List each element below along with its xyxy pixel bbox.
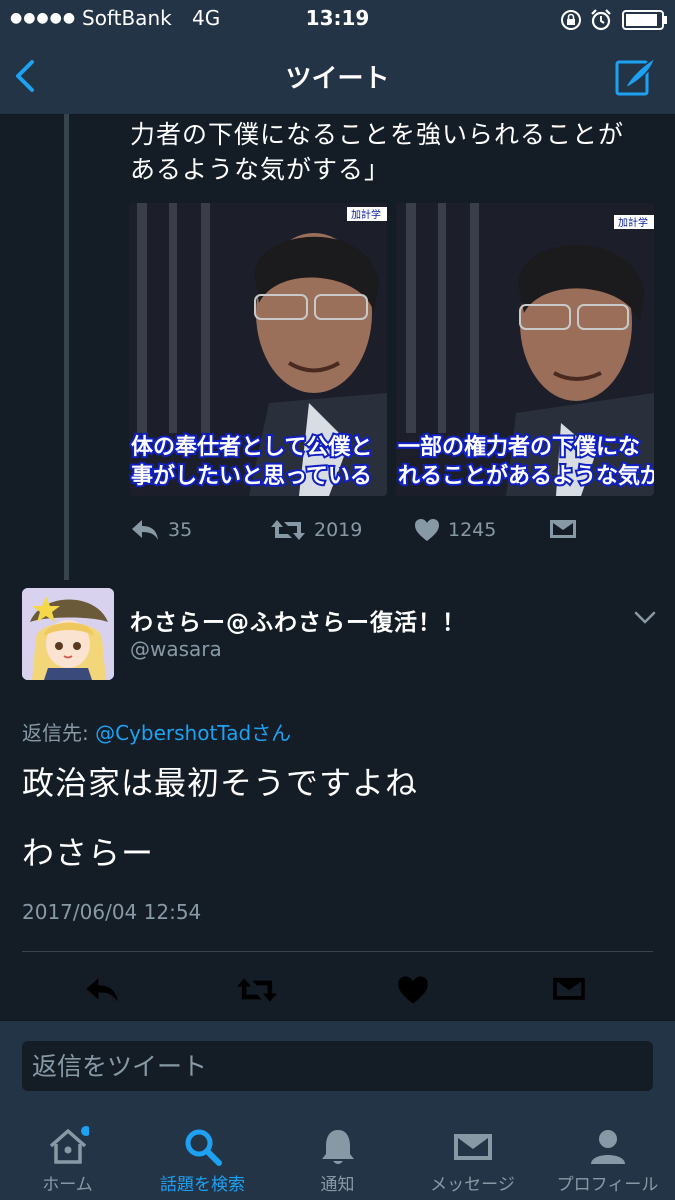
reply-context-prefix: 返信先:	[22, 721, 96, 745]
reply-to-user-link[interactable]: @CybershotTadさん	[95, 721, 291, 745]
media-corner-tag: 加計学	[351, 208, 381, 221]
tab-messages[interactable]: メッセージ	[405, 1110, 540, 1200]
reply-count: 35	[168, 519, 193, 541]
envelope-icon	[454, 1134, 492, 1160]
reply-tweet-input[interactable]	[22, 1041, 653, 1091]
chevron-down-icon[interactable]	[634, 610, 656, 626]
tab-label: ホーム	[42, 1175, 93, 1195]
author-display-name[interactable]: わさらー@ふわさらー復活！！	[130, 603, 466, 637]
media-caption-line: 一部の権力者の下僕にな	[398, 434, 640, 460]
avatar[interactable]	[22, 588, 114, 680]
divider	[22, 951, 653, 952]
retweet-icon	[271, 520, 305, 540]
media-caption-line: 体の奉仕者として公僕と	[131, 434, 372, 460]
tab-profile[interactable]: プロフィール	[540, 1110, 675, 1200]
heart-icon	[415, 519, 439, 541]
tweet-timestamp: 2017/06/04 12:54	[22, 900, 202, 924]
tab-label: メッセージ	[430, 1175, 515, 1195]
media-corner-tag: 加計学	[618, 216, 648, 229]
tab-notifications[interactable]: 通知	[270, 1110, 405, 1200]
parent-tweet-text-line: あるような気がする」	[130, 155, 391, 184]
author-handle[interactable]: @wasara	[130, 637, 222, 661]
person-icon	[591, 1130, 625, 1164]
tab-search[interactable]: 話題を検索	[135, 1110, 270, 1200]
compose-tweet-icon[interactable]	[614, 54, 658, 98]
tweet-media-image[interactable]: 加計学 体の奉仕者として公僕と 事がしたいと思っている	[129, 203, 387, 496]
navigation-bar: ツイート	[0, 40, 675, 115]
battery-icon	[622, 10, 667, 30]
tweet-text: 政治家は最初そうですよね	[22, 764, 419, 802]
tweet-text: わさらー	[22, 834, 155, 872]
tab-label: 話題を検索	[160, 1175, 245, 1195]
direct-message-icon	[550, 520, 576, 538]
tweet-media-image[interactable]: 加計学 一部の権力者の下僕にな れることがあるような気が	[396, 203, 654, 496]
retweet-icon[interactable]	[236, 972, 278, 1008]
reply-action[interactable]: 35	[130, 518, 192, 542]
like-action[interactable]: 1245	[414, 518, 496, 542]
reply-icon	[132, 520, 158, 540]
parent-tweet-text-line: 力者の下僕になることを強いられることが	[130, 120, 625, 149]
direct-message-icon[interactable]	[552, 972, 586, 1008]
heart-icon[interactable]	[397, 972, 429, 1008]
home-icon	[49, 1126, 89, 1164]
message-action[interactable]	[549, 518, 577, 542]
reply-context: 返信先: @CybershotTadさん	[22, 717, 291, 746]
media-caption-line: 事がしたいと思っている	[131, 463, 372, 489]
tab-label: プロフィール	[556, 1175, 659, 1195]
reply-icon[interactable]	[84, 972, 120, 1008]
retweet-count: 2019	[314, 519, 363, 541]
retweet-action[interactable]: 2019	[270, 518, 362, 542]
search-icon	[185, 1129, 222, 1166]
tab-bar: ホーム 話題を検索 通知 メッセージ プロフィール	[0, 1110, 675, 1200]
status-bar: ●●●●● SoftBank 4G 13:19	[0, 0, 675, 40]
tab-label: 通知	[320, 1175, 355, 1195]
media-caption-line: れることがあるような気が	[398, 463, 654, 489]
rotation-lock-icon	[561, 10, 581, 30]
tab-home[interactable]: ホーム	[0, 1110, 135, 1200]
bell-icon	[322, 1130, 354, 1164]
thread-connector-line	[64, 114, 69, 580]
alarm-icon	[591, 9, 611, 31]
like-count: 1245	[448, 519, 497, 541]
page-title: ツイート	[285, 64, 390, 94]
